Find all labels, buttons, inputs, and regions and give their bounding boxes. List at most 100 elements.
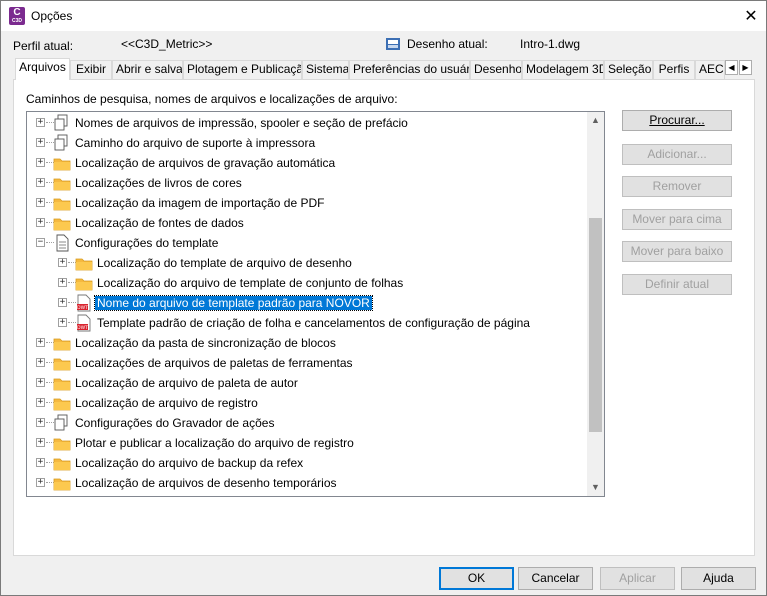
tree-item-label: Localizações de arquivos de paletas de f… xyxy=(75,356,353,370)
expand-icon[interactable]: + xyxy=(58,298,67,307)
browse-button[interactable]: Procurar... xyxy=(622,110,732,131)
pages-icon xyxy=(53,134,71,152)
tab-sistema[interactable]: Sistema xyxy=(302,60,349,79)
scroll-down-icon[interactable]: ▼ xyxy=(587,479,604,496)
tree-item-label: Localização do arquivo de backup da refe… xyxy=(75,456,304,470)
expand-icon[interactable]: + xyxy=(36,398,45,407)
tree-item-label: Caminho do arquivo de suporte à impresso… xyxy=(75,136,316,150)
pages-icon xyxy=(53,414,71,432)
expand-icon[interactable]: + xyxy=(36,438,45,447)
tree-item[interactable]: + Localização do template de arquivo de d… xyxy=(27,253,587,273)
tree-item[interactable]: − Configurações do template xyxy=(27,233,587,253)
tree-item[interactable]: + Localização do arquivo de backup da ref… xyxy=(27,453,587,473)
civil3d-app-icon: C C3D xyxy=(9,7,25,25)
profile-row: Perfil atual: <<C3D_Metric>> Desenho atu… xyxy=(13,37,754,55)
browse-button-label: Procurar... xyxy=(649,113,705,127)
expand-icon[interactable]: + xyxy=(36,458,45,467)
expand-icon[interactable]: + xyxy=(36,418,45,427)
tree-item[interactable]: + Localização da pasta de sincronização d… xyxy=(27,333,587,353)
folder-icon xyxy=(53,194,71,212)
title-bar: C C3D Opções ✕ xyxy=(1,1,766,31)
apply-button[interactable]: Aplicar xyxy=(600,567,675,590)
tab-plotagem-e-publicacao[interactable]: Plotagem e Publicação xyxy=(183,60,302,79)
svg-text:DWT: DWT xyxy=(77,305,88,311)
profile-value: <<C3D_Metric>> xyxy=(121,37,213,51)
tree-item[interactable]: + DWT Nome do arquivo de template padrão p… xyxy=(27,293,587,313)
tree-item-label: Localização do arquivo de template de co… xyxy=(97,276,404,290)
drawing-label: Desenho atual: xyxy=(407,37,488,51)
close-icon[interactable]: ✕ xyxy=(740,5,762,27)
expand-icon[interactable]: + xyxy=(36,218,45,227)
tree-item[interactable]: + Localização de arquivos de gravação aut… xyxy=(27,153,587,173)
files-tab-panel: Caminhos de pesquisa, nomes de arquivos … xyxy=(13,79,755,556)
tree-item-label: Localização de arquivos de desenho tempo… xyxy=(75,476,337,490)
tree-item[interactable]: + Localização da imagem de importação de … xyxy=(27,193,587,213)
cancel-button[interactable]: Cancelar xyxy=(518,567,593,590)
expand-icon[interactable]: + xyxy=(36,358,45,367)
tab-desenho[interactable]: Desenho xyxy=(470,60,522,79)
tree-item-label: Localização de arquivo de paleta de auto… xyxy=(75,376,298,390)
tree-item[interactable]: + Localizações de arquivos de paletas de … xyxy=(27,353,587,373)
scroll-up-icon[interactable]: ▲ xyxy=(587,112,604,129)
remove-button[interactable]: Remover xyxy=(622,176,732,197)
tree-item-label: Localização de arquivos de gravação auto… xyxy=(75,156,336,170)
tree-item-label: Nomes de arquivos de impressão, spooler … xyxy=(75,116,408,130)
expand-icon[interactable]: + xyxy=(36,338,45,347)
tree-item[interactable]: + Configurações do Gravador de ações xyxy=(27,413,587,433)
tree-item[interactable]: + Nomes de arquivos de impressão, spooler… xyxy=(27,113,587,133)
set-current-button[interactable]: Definir atual xyxy=(622,274,732,295)
expand-icon[interactable]: + xyxy=(36,158,45,167)
expand-icon[interactable]: + xyxy=(58,318,67,327)
expand-icon[interactable]: + xyxy=(58,278,67,287)
tab-exibir[interactable]: Exibir xyxy=(70,60,112,79)
tree-item-label: Plotar e publicar a localização do arqui… xyxy=(75,436,354,450)
move-up-button[interactable]: Mover para cima xyxy=(622,209,732,230)
folder-icon xyxy=(53,434,71,452)
folder-icon xyxy=(75,274,93,292)
tab-modelagem-3d[interactable]: Modelagem 3D xyxy=(522,60,604,79)
dwt-file-icon: DWT xyxy=(75,314,93,332)
add-button[interactable]: Adicionar... xyxy=(622,144,732,165)
tree-item[interactable]: + Localização do arquivo de template de c… xyxy=(27,273,587,293)
tab-aec[interactable]: AEC xyxy=(695,60,725,79)
tree-item[interactable]: + DWT Template padrão de criação de folha … xyxy=(27,313,587,333)
folder-icon xyxy=(53,174,71,192)
search-paths-tree[interactable]: + Nomes de arquivos de impressão, spooler… xyxy=(26,111,605,497)
folder-icon xyxy=(53,454,71,472)
tree-item-label: Localização da pasta de sincronização de… xyxy=(75,336,336,350)
tab-scroll-left-icon[interactable]: ◀ xyxy=(725,60,738,75)
tree-item[interactable]: + Caminho do arquivo de suporte à impress… xyxy=(27,133,587,153)
expand-icon[interactable]: + xyxy=(36,118,45,127)
search-paths-label: Caminhos de pesquisa, nomes de arquivos … xyxy=(26,92,398,106)
expand-icon[interactable]: + xyxy=(36,138,45,147)
expand-icon[interactable]: + xyxy=(36,378,45,387)
profile-label: Perfil atual: xyxy=(13,39,74,53)
tree-item[interactable]: + Localização de arquivo de registro xyxy=(27,393,587,413)
expand-icon[interactable]: + xyxy=(36,478,45,487)
collapse-icon[interactable]: − xyxy=(36,238,45,247)
pages-icon xyxy=(53,114,71,132)
tab-perfis[interactable]: Perfis xyxy=(653,60,695,79)
tab-abrir-e-salvar[interactable]: Abrir e salvar xyxy=(112,60,183,79)
tab-preferencias-do-usuario[interactable]: Preferências do usuário xyxy=(349,60,470,79)
tree-item-label: Localização do template de arquivo de de… xyxy=(97,256,352,270)
expand-icon[interactable]: + xyxy=(58,258,67,267)
tree-vertical-scrollbar[interactable]: ▲ ▼ xyxy=(587,112,604,496)
scrollbar-thumb[interactable] xyxy=(589,218,602,432)
drawing-icon xyxy=(386,38,400,50)
move-down-button[interactable]: Mover para baixo xyxy=(622,241,732,262)
expand-icon[interactable]: + xyxy=(36,178,45,187)
ok-button[interactable]: OK xyxy=(439,567,514,590)
tree-item[interactable]: + Localizações de livros de cores xyxy=(27,173,587,193)
tree-item[interactable]: + Plotar e publicar a localização do arqu… xyxy=(27,433,587,453)
tab-scroll-right-icon[interactable]: ▶ xyxy=(739,60,752,75)
tree-item[interactable]: + Localização de arquivos de desenho temp… xyxy=(27,473,587,493)
tab-selecao[interactable]: Seleção xyxy=(604,60,653,79)
svg-text:DWT: DWT xyxy=(77,325,88,331)
tree-item[interactable]: + Localização de arquivo de paleta de aut… xyxy=(27,373,587,393)
tree-item[interactable]: + Localização de fontes de dados xyxy=(27,213,587,233)
tab-arquivos[interactable]: Arquivos xyxy=(15,58,70,80)
help-button[interactable]: Ajuda xyxy=(681,567,756,590)
tree-item-label: Template padrão de criação de folha e ca… xyxy=(97,316,530,330)
expand-icon[interactable]: + xyxy=(36,198,45,207)
